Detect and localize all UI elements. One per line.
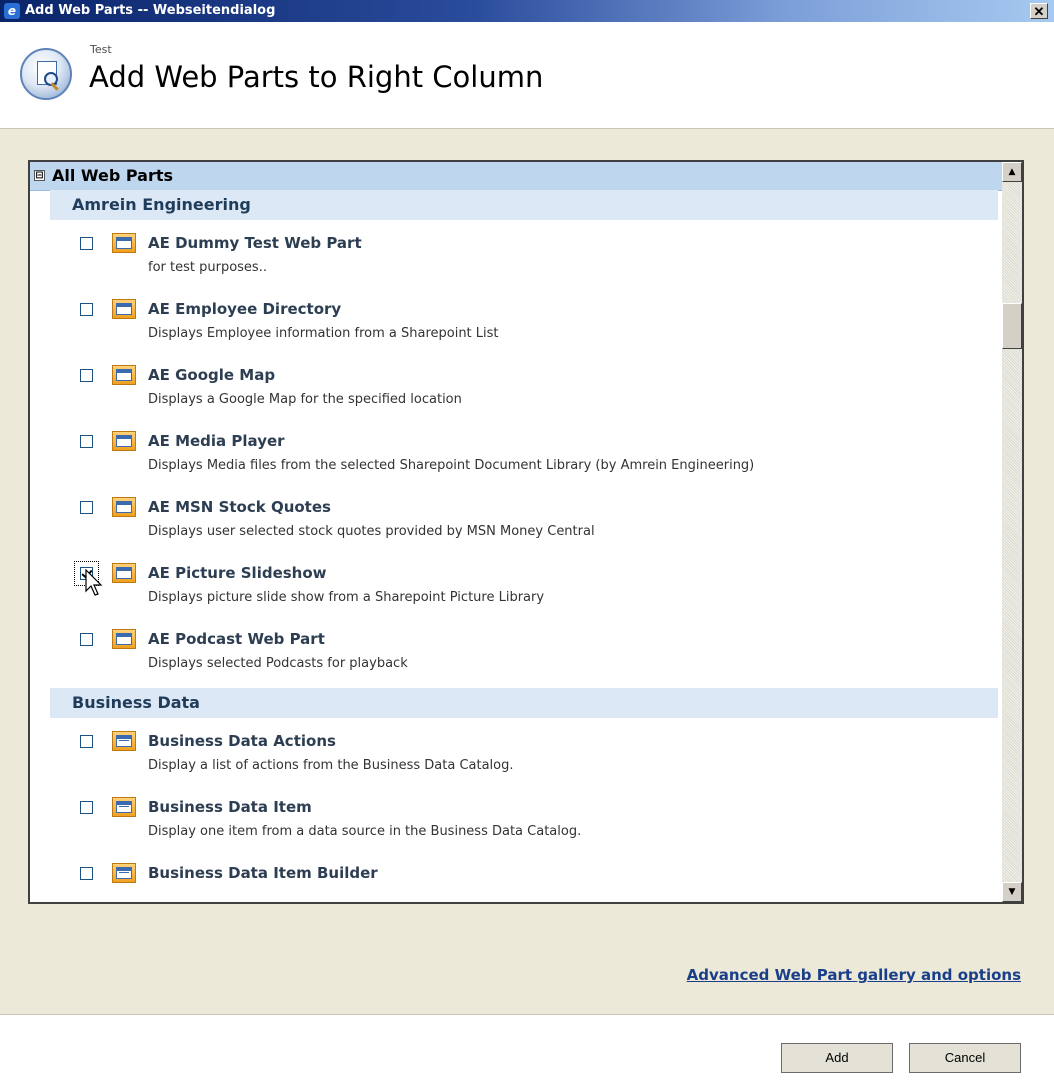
web-part-name: AE Media Player (148, 432, 285, 450)
webpart-icon (112, 299, 136, 319)
breadcrumb[interactable]: Test (90, 43, 112, 56)
web-part-item[interactable]: AE Dummy Test Web Part for test purposes.… (30, 226, 1000, 290)
web-part-item[interactable]: AE Media Player Displays Media files from… (30, 424, 1000, 488)
web-part-description: for test purposes.. (148, 260, 267, 275)
ie-icon: e (4, 3, 20, 19)
web-part-description: Displays picture slide show from a Share… (148, 590, 545, 605)
web-part-description: Display one item from a data source in t… (148, 824, 582, 839)
webpart-icon (112, 629, 136, 649)
dialog-title: Add Web Parts -- Webseitendialog (25, 3, 276, 18)
web-part-checkbox[interactable] (80, 633, 93, 646)
web-part-name: AE Picture Slideshow (148, 564, 327, 582)
dialog-footer: Add Cancel (0, 1014, 1054, 1085)
add-button[interactable]: Add (781, 1043, 893, 1073)
close-button[interactable]: ✕ (1030, 3, 1048, 19)
vertical-scrollbar[interactable]: ▲ ▼ (1002, 162, 1022, 902)
web-part-checkbox[interactable] (80, 867, 93, 880)
web-part-gallery-icon (20, 48, 72, 100)
web-part-item[interactable]: AE Employee Directory Displays Employee i… (30, 292, 1000, 356)
web-part-checkbox[interactable] (80, 369, 93, 382)
web-part-name: Business Data Item (148, 798, 312, 816)
category-header: Amrein Engineering (50, 190, 998, 220)
web-part-checkbox[interactable] (80, 435, 93, 448)
dialog-title-bar: e Add Web Parts -- Webseitendialog ✕ (0, 0, 1054, 22)
web-part-item[interactable]: AE MSN Stock Quotes Displays user selecte… (30, 490, 1000, 554)
webpart-icon (112, 563, 136, 583)
web-part-name: Business Data Actions (148, 732, 336, 750)
web-part-name: AE Google Map (148, 366, 276, 384)
web-part-name: AE Employee Directory (148, 300, 342, 318)
list-webpart-icon (112, 797, 136, 817)
all-web-parts-header[interactable]: ⊟ All Web Parts (30, 162, 1002, 191)
web-part-item[interactable]: AE Podcast Web Part Displays selected Pod… (30, 622, 1000, 686)
web-part-item[interactable]: Business Data Item Builder (30, 856, 1000, 902)
category-label: Business Data (72, 693, 200, 712)
web-part-name: AE MSN Stock Quotes (148, 498, 331, 516)
web-part-description: Displays a Google Map for the specified … (148, 392, 462, 407)
collapse-icon[interactable]: ⊟ (34, 170, 45, 181)
web-part-description: Displays user selected stock quotes prov… (148, 524, 595, 539)
web-part-description: Displays Media files from the selected S… (148, 458, 755, 473)
scroll-up-arrow-icon[interactable]: ▲ (1002, 162, 1022, 182)
web-parts-list: ⊟ All Web Parts Amrein Engineering AE Dum… (30, 162, 1002, 902)
list-webpart-icon (112, 731, 136, 751)
web-part-checkbox[interactable] (80, 735, 93, 748)
web-part-checkbox[interactable] (80, 501, 93, 514)
list-webpart-icon (112, 863, 136, 883)
advanced-gallery-link[interactable]: Advanced Web Part gallery and options (687, 966, 1021, 984)
mouse-cursor-icon (85, 569, 103, 596)
cancel-button[interactable]: Cancel (909, 1043, 1021, 1073)
web-part-item[interactable]: AE Picture Slideshow Displays picture sli… (30, 556, 1000, 620)
webpart-icon (112, 233, 136, 253)
page-header: Test Add Web Parts to Right Column (0, 22, 1054, 129)
web-part-name: AE Dummy Test Web Part (148, 234, 362, 252)
webpart-icon (112, 365, 136, 385)
all-web-parts-label: All Web Parts (52, 166, 174, 185)
category-header: Business Data (50, 688, 998, 718)
web-part-item[interactable]: Business Data Actions Display a list of a… (30, 724, 1000, 788)
web-part-description: Display a list of actions from the Busin… (148, 758, 514, 773)
web-parts-list-panel: ⊟ All Web Parts Amrein Engineering AE Dum… (28, 160, 1024, 904)
category-label: Amrein Engineering (72, 195, 251, 214)
web-part-checkbox[interactable] (80, 237, 93, 250)
scrollbar-thumb[interactable] (1002, 303, 1022, 349)
webpart-icon (112, 497, 136, 517)
web-part-name: Business Data Item Builder (148, 864, 378, 882)
web-part-description: Displays Employee information from a Sha… (148, 326, 499, 341)
web-part-item[interactable]: Business Data Item Display one item from … (30, 790, 1000, 854)
scroll-down-arrow-icon[interactable]: ▼ (1002, 882, 1022, 902)
page-title: Add Web Parts to Right Column (89, 60, 544, 94)
web-part-description: Displays selected Podcasts for playback (148, 656, 408, 671)
web-part-checkbox[interactable] (80, 801, 93, 814)
web-part-checkbox[interactable] (80, 303, 93, 316)
webpart-icon (112, 431, 136, 451)
web-part-item[interactable]: AE Google Map Displays a Google Map for t… (30, 358, 1000, 422)
web-part-name: AE Podcast Web Part (148, 630, 325, 648)
